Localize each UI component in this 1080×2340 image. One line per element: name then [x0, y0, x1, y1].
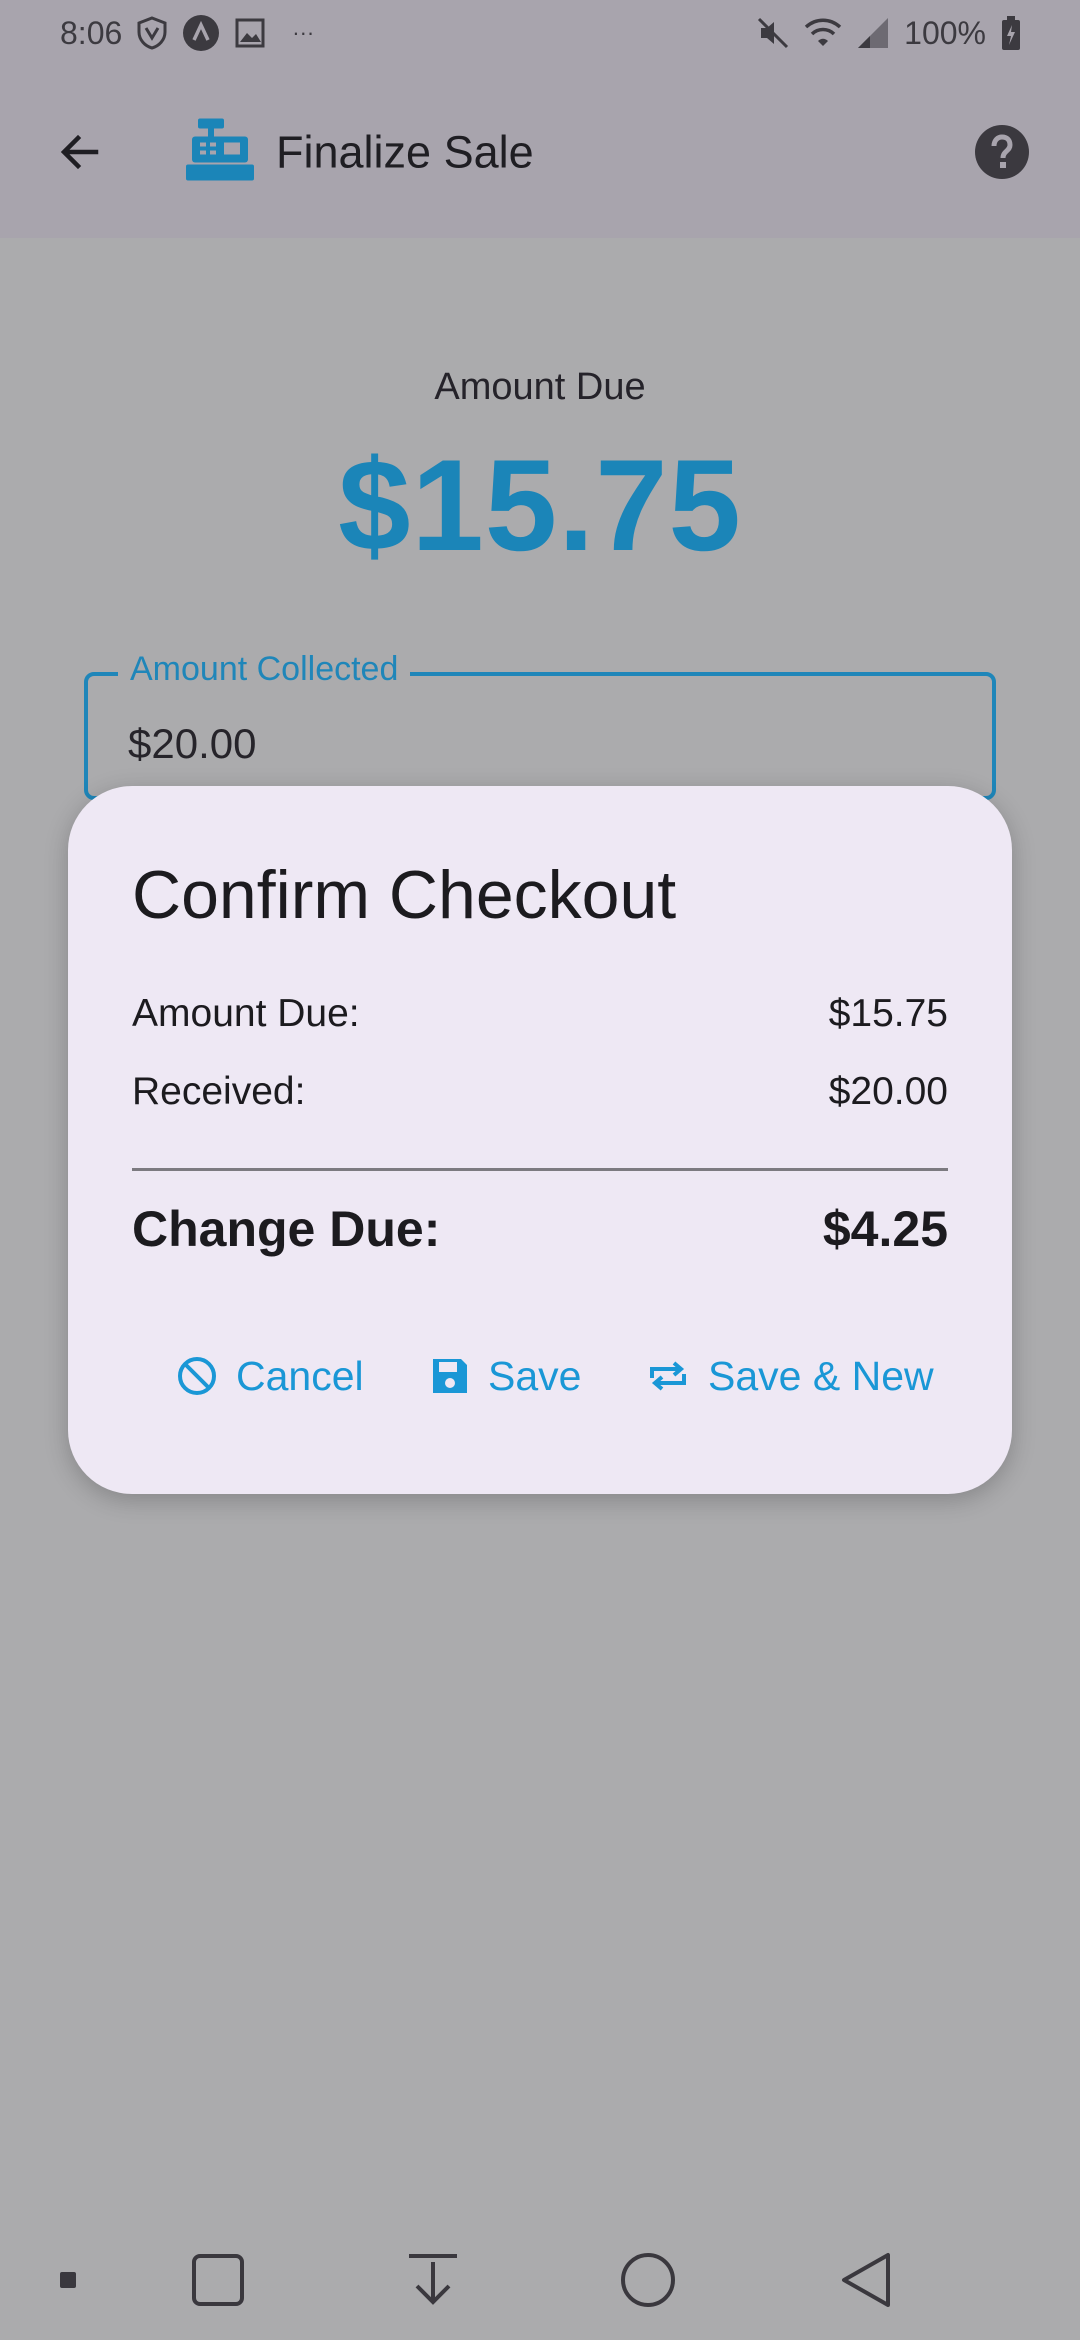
dialog-row-change-due: Change Due: $4.25: [132, 1200, 948, 1258]
repeat-icon: [650, 1361, 686, 1391]
floppy-disk-icon: [433, 1359, 467, 1393]
recents-square-icon[interactable]: [190, 2252, 246, 2308]
dialog-divider: [132, 1168, 948, 1171]
dialog-received-label: Received:: [132, 1070, 306, 1113]
amount-collected-value: $20.00: [128, 720, 257, 767]
app-bar: Finalize Sale: [0, 66, 1080, 238]
dialog-amount-due-value: $15.75: [828, 992, 948, 1035]
cash-register-icon: [184, 117, 256, 188]
app-title-group: Finalize Sale: [184, 117, 534, 188]
wifi-icon: [804, 17, 842, 49]
battery-text: 100%: [904, 14, 986, 51]
status-bar: 8:06 ··· 100%: [0, 0, 1080, 66]
dialog-received-value: $20.00: [828, 1070, 948, 1113]
save-button-label: Save: [488, 1352, 582, 1399]
help-button[interactable]: [972, 122, 1032, 182]
dialog-row-received: Received: $20.00: [132, 1070, 948, 1114]
save-button[interactable]: Save: [430, 1316, 581, 1436]
back-triangle-icon[interactable]: [838, 2251, 894, 2309]
more-dots-icon: ···: [292, 20, 315, 45]
confirm-checkout-dialog: Confirm Checkout Amount Due: $15.75 Rece…: [68, 786, 1012, 1494]
help-icon: [975, 125, 1029, 179]
mute-icon: [756, 16, 790, 50]
home-circle-icon[interactable]: [619, 2251, 677, 2309]
cancel-icon: [178, 1357, 216, 1395]
image-icon: [234, 17, 266, 49]
dialog-row-amount-due: Amount Due: $15.75: [132, 992, 948, 1036]
save-and-new-button[interactable]: Save & New: [646, 1316, 934, 1436]
dialog-amount-due-label: Amount Due:: [132, 992, 360, 1035]
cancel-button-label: Cancel: [236, 1352, 364, 1399]
download-arrow-icon[interactable]: [405, 2252, 461, 2308]
nav-bar: [0, 2220, 1080, 2340]
save-and-new-button-label: Save & New: [708, 1352, 934, 1399]
amount-due-value: $15.75: [338, 432, 742, 578]
dialog-change-due-value: $4.25: [822, 1201, 948, 1257]
dialog-title: Confirm Checkout: [132, 857, 677, 933]
back-button[interactable]: [48, 120, 112, 184]
dot-icon[interactable]: [58, 2270, 78, 2290]
dialog-change-due-label: Change Due:: [132, 1201, 441, 1257]
screen: 8:06 ··· 100% Finalize Sale Amount Due $…: [0, 0, 1080, 2340]
status-time: 8:06: [60, 14, 123, 51]
dialog-actions: Cancel Save Save & New: [68, 1316, 1012, 1436]
signal-icon: [856, 16, 890, 50]
status-right: 100%: [756, 15, 1022, 52]
amount-collected-field[interactable]: Amount Collected $20.00: [84, 650, 996, 800]
amount-due-label: Amount Due: [434, 366, 646, 408]
arrow-left-icon: [60, 134, 99, 170]
app-title: Finalize Sale: [276, 126, 534, 177]
battery-charging-icon: [1000, 15, 1022, 51]
status-left: 8:06 ···: [60, 14, 314, 52]
shield-icon: [136, 16, 168, 50]
a-badge-icon: [182, 14, 220, 52]
amount-collected-label: Amount Collected: [118, 650, 411, 689]
cancel-button[interactable]: Cancel: [176, 1316, 364, 1436]
